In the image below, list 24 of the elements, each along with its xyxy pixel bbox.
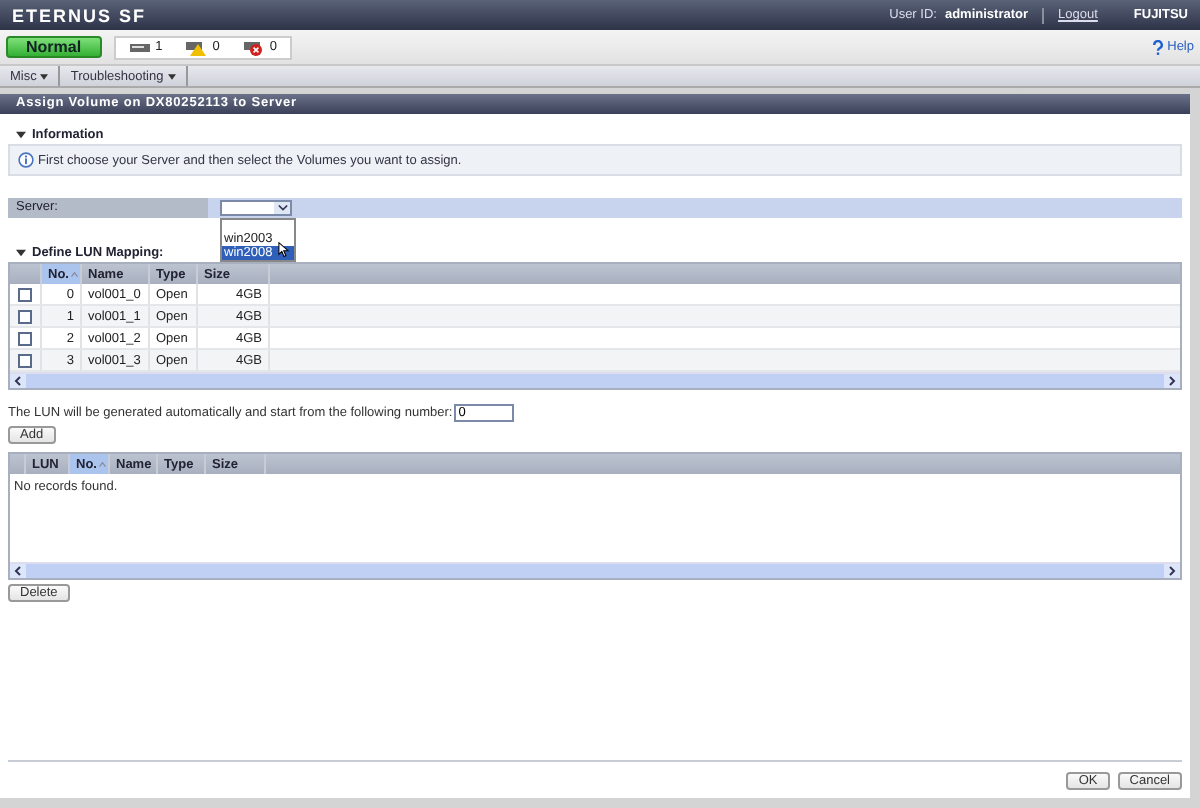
horizontal-scrollbar[interactable]	[10, 372, 1180, 388]
caret-icon	[167, 73, 176, 79]
row-checkbox[interactable]	[18, 331, 32, 345]
row-checkbox[interactable]	[18, 309, 32, 323]
scroll-left-icon[interactable]	[10, 374, 26, 388]
row-checkbox[interactable]	[18, 353, 32, 367]
scroll-right-icon[interactable]	[1164, 564, 1180, 578]
help-icon[interactable]	[1151, 39, 1164, 55]
scroll-left-icon[interactable]	[10, 564, 26, 578]
sort-icon	[70, 269, 80, 279]
info-icon	[18, 152, 34, 168]
horizontal-scrollbar[interactable]	[10, 562, 1180, 578]
collapse-icon[interactable]	[16, 130, 26, 140]
server-dropdown[interactable]	[220, 200, 292, 216]
caret-icon	[277, 204, 287, 212]
status-indicator[interactable]: Normal	[6, 36, 102, 58]
row-checkbox[interactable]	[18, 287, 32, 301]
collapse-icon[interactable]	[16, 248, 26, 258]
warning-icon	[186, 39, 207, 55]
brand-title: ETERNUS SF	[12, 5, 147, 25]
device-icon	[129, 39, 150, 55]
scroll-right-icon[interactable]	[1164, 374, 1180, 388]
caret-icon	[40, 73, 49, 79]
sort-icon	[98, 459, 108, 469]
